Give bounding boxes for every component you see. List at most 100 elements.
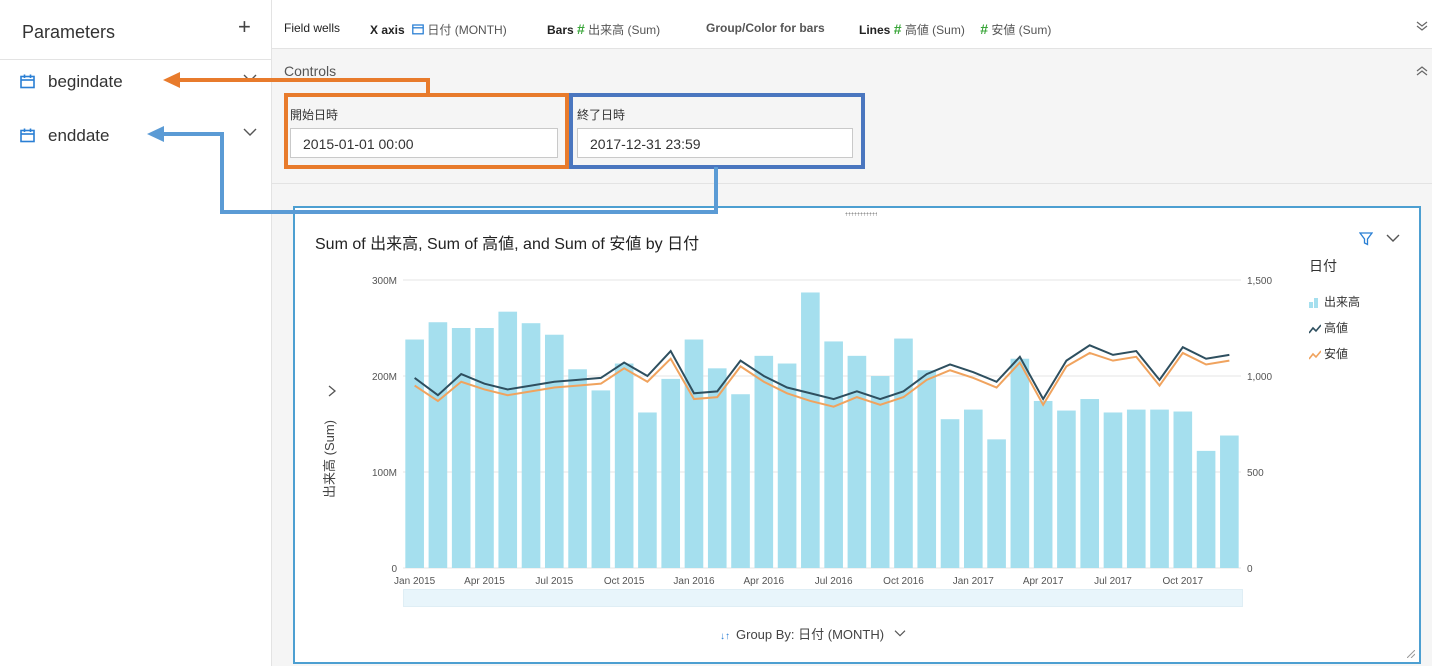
y-tick-label: 100M [372,468,397,479]
bar [684,339,704,568]
bar [731,394,750,568]
bar [568,369,587,568]
bar [1033,400,1053,568]
calendar-icon [20,74,35,89]
y2-tick-label: 1,000 [1247,372,1272,383]
bar [521,323,541,568]
xaxis-well[interactable]: X axis 日付 (MONTH) [370,21,507,38]
chevron-down-icon [894,630,906,637]
controls-panel: Controls 開始日時 2015-01-01 00:00 終了日時 2017… [272,49,1432,184]
xaxis-well-label: X axis [370,23,405,37]
bar [498,311,518,568]
x-tick-label: Jul 2015 [535,576,573,587]
parameter-begindate[interactable]: begindate [0,67,271,97]
chevron-down-icon[interactable] [242,70,258,86]
parameter-name: enddate [48,126,110,145]
y-tick-label: 0 [391,564,397,575]
x-tick-label: Jul 2017 [1094,576,1132,587]
measure-icon: # [893,21,902,37]
bar [1220,435,1239,568]
bar [1196,450,1216,568]
bar [963,409,983,568]
parameters-header: Parameters + [0,0,271,60]
bar [894,338,913,568]
group-by-control[interactable]: ↓↑ Group By: 日付 (MONTH) [720,624,907,643]
bar [544,334,564,568]
chart-scrollbar[interactable] [403,589,1243,607]
bar [1126,409,1146,568]
bars-well-label: Bars [547,23,574,37]
bar [591,390,611,568]
y2-tick-label: 0 [1247,564,1253,575]
bar [1057,410,1076,568]
bar [661,378,681,568]
field-wells-bar: Field wells X axis 日付 (MONTH) Bars # 出来高… [272,0,1432,49]
end-date-control: 終了日時 2017-12-31 23:59 [577,106,853,158]
double-chevron-down-icon[interactable] [1416,20,1428,32]
xaxis-well-value: 日付 (MONTH) [427,23,507,37]
bar [475,328,494,568]
bar [1103,412,1123,568]
sort-icon: ↓↑ [720,631,730,642]
bar [847,355,867,568]
bar [451,328,471,568]
parameter-name: begindate [48,72,123,91]
end-date-label: 終了日時 [577,108,626,122]
x-tick-label: Oct 2015 [604,576,645,587]
y2-tick-label: 1,500 [1247,276,1272,287]
x-tick-label: Jan 2017 [953,576,995,587]
bar [1173,411,1193,568]
bar [940,419,960,568]
resize-handle-icon[interactable] [1407,650,1415,658]
bars-well[interactable]: Bars # 出来高 (Sum) [547,21,660,38]
bar [1010,358,1030,568]
chart-visual[interactable]: Sum of 出来高, Sum of 高値, and Sum of 安値 by … [293,206,1421,664]
lines-well-value-high: 高値 (Sum) [904,23,965,37]
chevron-down-icon[interactable] [242,124,258,140]
group-color-well[interactable]: Group/Color for bars [706,21,825,35]
y2-tick-label: 500 [1247,468,1264,479]
calendar-icon [412,24,424,35]
bar [405,339,424,568]
measure-icon: # [980,21,988,37]
bar [987,439,1006,568]
parameters-title: Parameters [22,22,116,42]
x-tick-label: Apr 2017 [1023,576,1064,587]
controls-label: Controls [284,63,337,79]
begin-date-label: 開始日時 [290,108,339,122]
x-tick-label: Apr 2016 [744,576,785,587]
lines-well-label: Lines [859,23,891,37]
combo-chart: 0 100M 200M 300M 0 500 1,000 1,500 Jan 2015 Apr 2… [372,276,1272,587]
parameters-panel: Parameters + begindate enddate [0,0,272,666]
x-tick-label: Apr 2015 [464,576,505,587]
x-tick-label: Oct 2016 [883,576,924,587]
bar [638,412,657,568]
add-parameter-button[interactable]: + [238,16,251,38]
x-tick-label: Jul 2016 [815,576,853,587]
lines-well-value-low: 安値 (Sum) [991,23,1052,37]
begin-date-control: 開始日時 2015-01-01 00:00 [290,106,558,158]
bar [754,355,774,568]
x-tick-label: Jan 2015 [394,576,436,587]
parameter-enddate[interactable]: enddate [0,121,271,151]
end-date-input[interactable]: 2017-12-31 23:59 [577,128,853,158]
bar [614,363,634,568]
double-chevron-up-icon[interactable] [1416,65,1428,77]
bar [428,322,448,568]
y-tick-label: 300M [372,276,397,287]
field-wells-label[interactable]: Field wells [284,21,340,35]
bar [1150,409,1169,568]
lines-well[interactable]: Lines # 高値 (Sum) # 安値 (Sum) [859,21,1051,38]
begin-date-input[interactable]: 2015-01-01 00:00 [290,128,558,158]
group-color-well-label: Group/Color for bars [706,21,825,35]
x-tick-label: Jan 2016 [673,576,715,587]
bar [824,341,843,568]
bar [917,370,937,568]
bar [1080,399,1100,568]
y-tick-label: 200M [372,372,397,383]
calendar-icon [20,128,35,143]
bars-well-value: 出来高 (Sum) [588,23,661,37]
group-by-label: Group By: 日付 (MONTH) [736,627,885,642]
bar [801,292,820,568]
x-tick-label: Oct 2017 [1163,576,1204,587]
